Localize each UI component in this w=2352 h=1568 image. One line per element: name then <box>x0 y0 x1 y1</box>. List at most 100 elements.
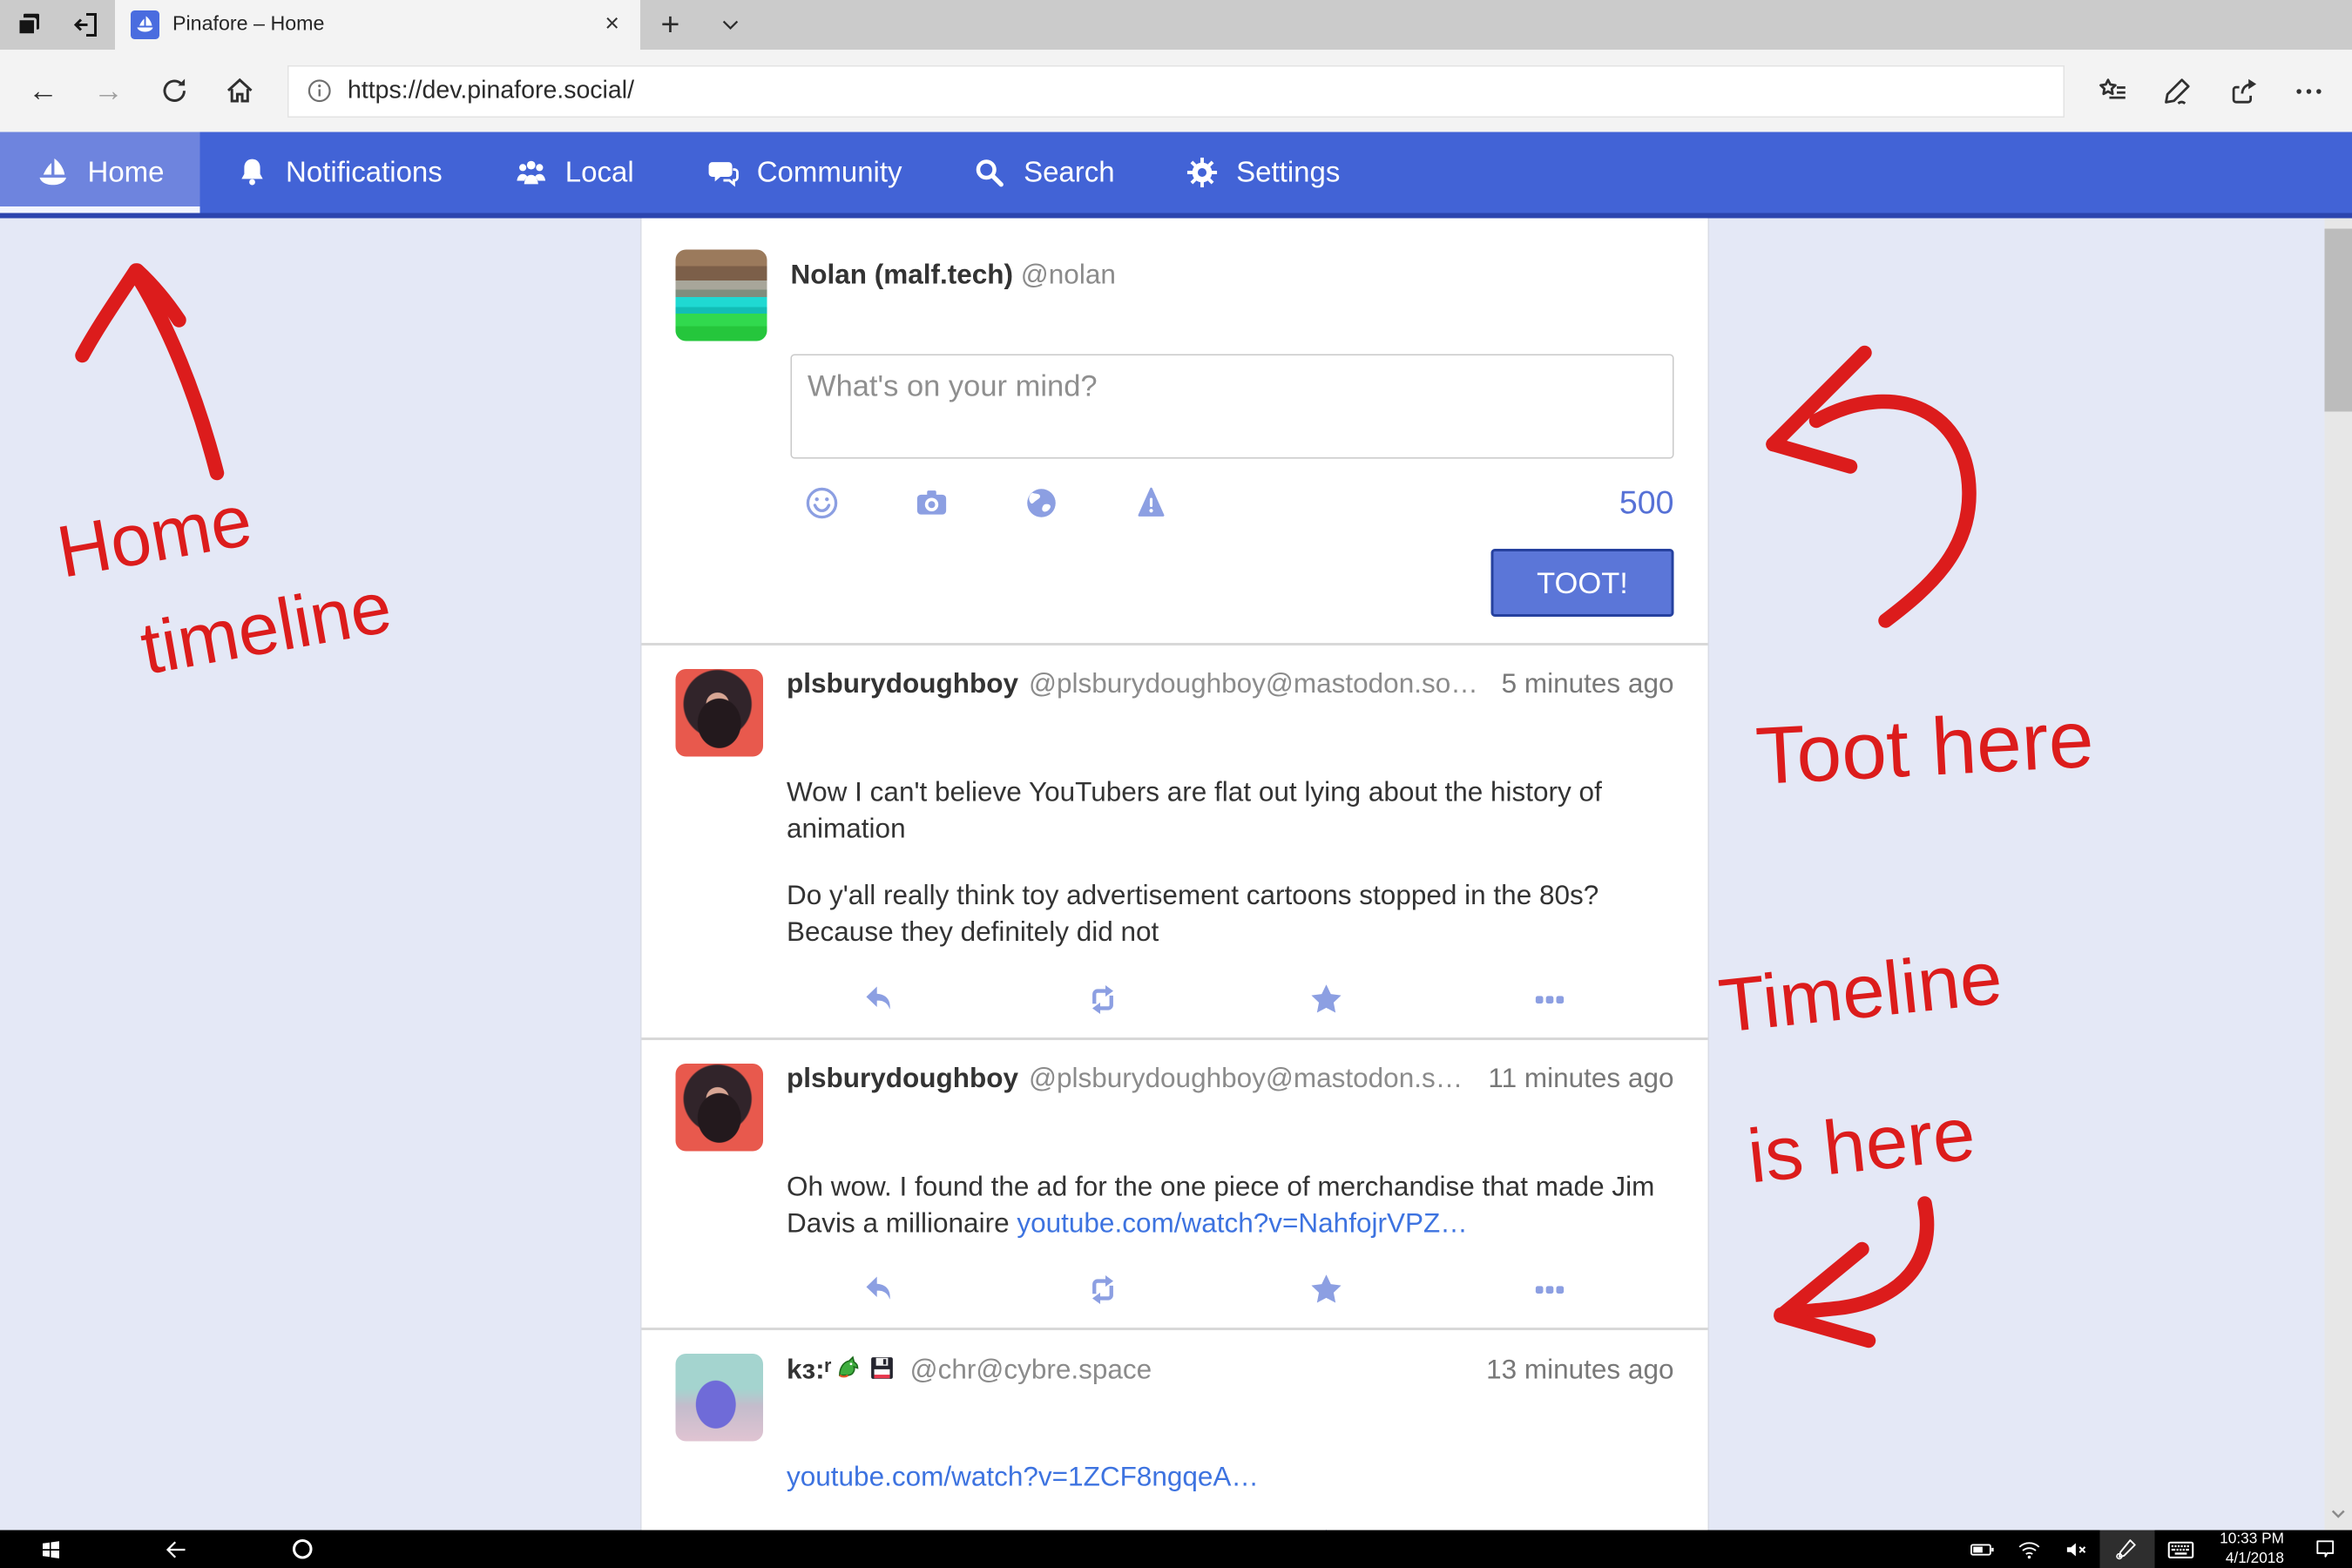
post-avatar[interactable] <box>676 669 764 757</box>
taskbar-back-button[interactable] <box>131 1531 222 1568</box>
toot-button[interactable]: TOOT! <box>1491 549 1674 617</box>
compose-avatar[interactable] <box>676 250 767 341</box>
post-avatar[interactable] <box>676 1064 764 1152</box>
set-tabs-aside-button[interactable] <box>57 0 115 50</box>
tab-title: Pinafore – Home <box>172 13 586 37</box>
post-paragraph: youtube.com/watch?v=1ZCF8ngqeA… <box>787 1460 1674 1497</box>
home-icon <box>223 75 256 108</box>
start-button[interactable] <box>5 1531 97 1568</box>
media-upload-button[interactable] <box>901 483 963 523</box>
settings-more-button[interactable] <box>2276 58 2342 124</box>
timeline-post[interactable]: kз:ʳ @chr@cybre.space 13 minutes ago you… <box>642 1330 1708 1530</box>
post-handle: @plsburydoughboy@mastodon.so… <box>1029 669 1491 700</box>
post-body: youtube.com/watch?v=1ZCF8ngqeA… <box>787 1442 1674 1497</box>
dragon-emoji <box>835 1354 863 1390</box>
wifi-indicator[interactable] <box>2005 1531 2052 1568</box>
boost-button[interactable] <box>1071 1270 1133 1309</box>
url-text[interactable]: https://dev.pinafore.social/ <box>348 77 634 105</box>
cortana-circle-icon <box>289 1537 314 1562</box>
nav-item-search[interactable]: Search <box>937 132 1150 213</box>
keyboard-icon <box>2166 1535 2195 1564</box>
emoji-icon <box>804 485 841 522</box>
battery-indicator[interactable] <box>1958 1531 2005 1568</box>
cortana-button[interactable] <box>256 1531 348 1568</box>
favorites-hub-button[interactable] <box>2080 58 2146 124</box>
post-name-text: kз:ʳ <box>787 1355 832 1386</box>
favorite-button[interactable] <box>1294 980 1357 1019</box>
content-warning-button[interactable] <box>1120 483 1183 523</box>
favorite-button[interactable] <box>1294 1270 1357 1309</box>
post-actions <box>676 1270 1674 1309</box>
taskbar-clock[interactable]: 10:33 PM 4/1/2018 <box>2220 1531 2284 1568</box>
people-icon <box>513 155 549 191</box>
touch-keyboard-button[interactable] <box>2154 1531 2207 1568</box>
post-timestamp[interactable]: 13 minutes ago <box>1486 1355 1673 1387</box>
compose-box: Nolan (malf.tech) @nolan <box>642 219 1708 644</box>
page-scrollbar[interactable] <box>2325 219 2352 1531</box>
boost-button[interactable] <box>1071 980 1133 1019</box>
reply-button[interactable] <box>848 1270 910 1309</box>
tab-list-chevron-button[interactable] <box>700 0 760 50</box>
tab-preview-button[interactable] <box>0 0 57 50</box>
site-info-icon[interactable] <box>306 78 334 105</box>
windows-taskbar: 10:33 PM 4/1/2018 <box>0 1531 2352 1568</box>
chat-bubbles-icon <box>705 155 740 191</box>
reply-icon <box>859 980 898 1019</box>
post-avatar[interactable] <box>676 1354 764 1442</box>
nav-item-community[interactable]: Community <box>669 132 937 213</box>
post-link[interactable]: youtube.com/watch?v=1ZCF8ngqeA… <box>787 1463 1259 1493</box>
post-display-name[interactable]: kз:ʳ <box>787 1354 900 1390</box>
nav-item-notifications[interactable]: Notifications <box>199 132 477 213</box>
post-timestamp[interactable]: 5 minutes ago <box>1502 669 1674 700</box>
battery-icon <box>1969 1536 1995 1562</box>
browser-tab-bar: Pinafore – Home × + <box>0 0 2352 50</box>
action-center-icon <box>2312 1537 2337 1562</box>
post-paragraph: Do y'all really think toy advertisement … <box>787 879 1674 951</box>
volume-muted-indicator[interactable] <box>2052 1531 2099 1568</box>
post-timestamp[interactable]: 11 minutes ago <box>1488 1064 1673 1095</box>
toot-button-row: TOOT! <box>791 549 1674 617</box>
timeline-post[interactable]: plsburydoughboy @plsburydoughboy@mastodo… <box>642 1040 1708 1328</box>
compose-handle: @nolan <box>1021 260 1116 291</box>
scrollbar-thumb[interactable] <box>2325 229 2352 412</box>
wifi-icon <box>2016 1536 2042 1562</box>
tab-close-icon[interactable]: × <box>599 10 625 39</box>
post-more-button[interactable] <box>1517 1270 1580 1309</box>
home-button[interactable] <box>206 58 272 124</box>
post-display-name[interactable]: plsburydoughboy <box>787 1064 1018 1095</box>
post-more-button[interactable] <box>1517 980 1580 1019</box>
search-icon <box>973 156 1007 190</box>
sailboat-icon <box>36 155 71 191</box>
share-button[interactable] <box>2211 58 2276 124</box>
nav-item-local[interactable]: Local <box>477 132 669 213</box>
forward-button[interactable]: → <box>76 58 141 124</box>
timeline-post[interactable]: plsburydoughboy @plsburydoughboy@mastodo… <box>642 645 1708 1037</box>
scrollbar-down-button[interactable] <box>2325 1499 2352 1528</box>
emoji-button[interactable] <box>791 483 854 523</box>
star-icon <box>1306 980 1345 1019</box>
nav-item-home[interactable]: Home <box>0 132 199 213</box>
browser-tab-pinafore[interactable]: Pinafore – Home × <box>115 0 640 50</box>
compose-textarea[interactable] <box>791 355 1674 459</box>
post-body: Wow I can't believe YouTubers are flat o… <box>787 757 1674 951</box>
bell-icon <box>235 156 269 190</box>
floppy-disk-emoji <box>868 1354 897 1390</box>
post-link[interactable]: youtube.com/watch?v=NahfojrVPZ… <box>1017 1208 1467 1239</box>
browser-toolbar: ← → https://dev.pinafore.social/ <box>0 50 2352 132</box>
nav-label: Settings <box>1236 156 1340 190</box>
new-tab-button[interactable]: + <box>640 0 700 50</box>
star-icon <box>1306 1270 1345 1309</box>
web-note-button[interactable] <box>2146 58 2211 124</box>
reply-button[interactable] <box>848 980 910 1019</box>
address-bar[interactable]: https://dev.pinafore.social/ <box>287 64 2065 117</box>
refresh-button[interactable] <box>141 58 206 124</box>
page-content: Nolan (malf.tech) @nolan <box>0 219 2352 1531</box>
content-warning-icon <box>1133 485 1170 522</box>
nav-item-settings[interactable]: Settings <box>1150 132 1375 213</box>
windows-ink-button[interactable] <box>2099 1531 2154 1568</box>
pen-icon <box>2161 74 2195 108</box>
back-button[interactable]: ← <box>10 58 76 124</box>
post-display-name[interactable]: plsburydoughboy <box>787 669 1018 700</box>
action-center-button[interactable] <box>2297 1531 2352 1568</box>
privacy-button[interactable] <box>1010 483 1073 523</box>
